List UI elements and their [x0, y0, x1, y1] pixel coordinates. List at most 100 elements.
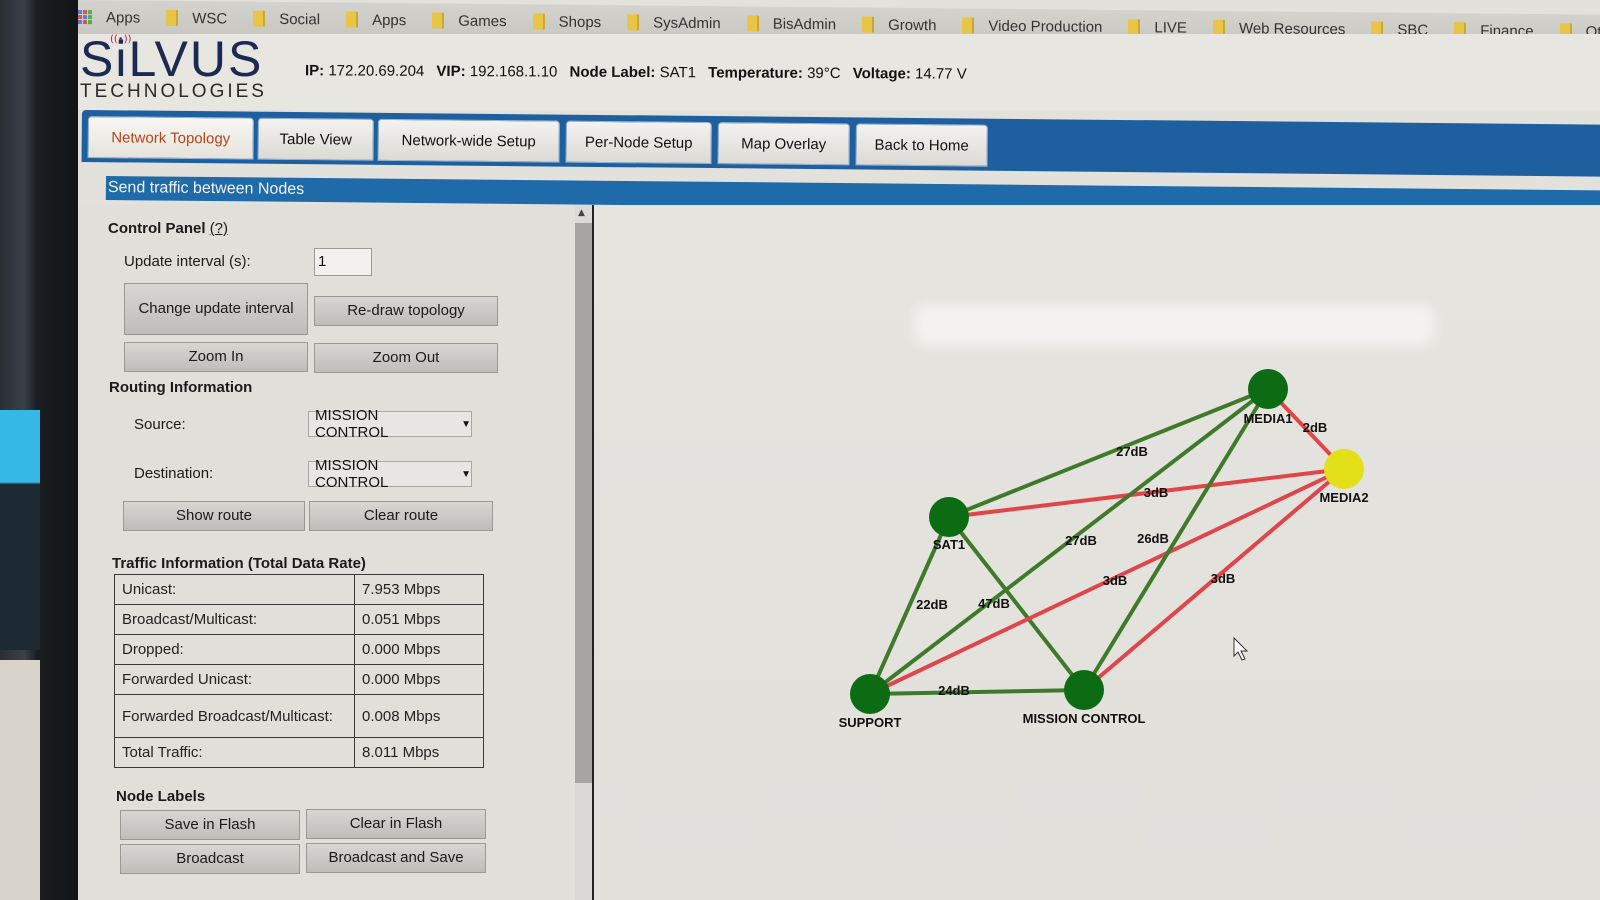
- folder-icon: [962, 17, 975, 34]
- control-panel-title: Control Panel (?): [108, 220, 228, 237]
- bookmark-apps[interactable]: Apps: [78, 8, 141, 27]
- mouse-cursor-icon: [1233, 636, 1249, 661]
- apps-grid-icon: [78, 10, 92, 25]
- radio-signal-icon: ((•)): [110, 34, 132, 45]
- update-interval-input[interactable]: 1: [314, 248, 372, 276]
- background-device: [0, 660, 40, 900]
- bookmark-label: SysAdmin: [653, 14, 721, 32]
- clear-in-flash-button[interactable]: Clear in Flash: [306, 809, 486, 839]
- destination-label: Destination:: [134, 465, 214, 482]
- traffic-value: 0.000 Mbps: [354, 664, 484, 695]
- table-row: Broadcast/Multicast: 0.051 Mbps: [114, 604, 484, 635]
- bookmark-games[interactable]: Games: [432, 12, 507, 30]
- table-row: Forwarded Broadcast/Multicast: 0.008 Mbps: [114, 694, 484, 738]
- voltage-label: Voltage:: [852, 65, 911, 83]
- bookmark-label: Apps: [106, 8, 141, 27]
- bookmark-apps[interactable]: Apps: [346, 11, 406, 29]
- update-interval-label: Update interval (s):: [124, 253, 251, 270]
- bookmark-label: Video Production: [988, 17, 1103, 36]
- link-snr-label: 2dB: [1303, 420, 1328, 435]
- vip-label: VIP:: [436, 62, 466, 81]
- voltage-value: 14.77 V: [914, 65, 967, 83]
- scroll-up-arrow-icon[interactable]: ▲: [578, 208, 585, 218]
- background-device: [0, 410, 40, 650]
- link-snr-label: 27dB: [1116, 444, 1148, 459]
- bookmark-bisadmin[interactable]: BisAdmin: [746, 15, 837, 33]
- link-snr-label: 22dB: [916, 597, 948, 612]
- silvus-logo: ((•)) SiLVUS TECHNOLOGIES: [80, 34, 267, 102]
- source-select-value: MISSION CONTROL: [315, 407, 389, 441]
- folder-icon: [627, 14, 640, 31]
- bookmark-label: Shops: [558, 13, 602, 31]
- destination-select[interactable]: MISSION CONTROL ▼: [308, 457, 472, 491]
- tab-per-node-setup[interactable]: Per-Node Setup: [565, 120, 712, 165]
- clear-route-button[interactable]: Clear route: [309, 501, 493, 531]
- node-media1[interactable]: [1248, 369, 1288, 409]
- topology-graph[interactable]: 27dB 3dB 22dB 47dB 27dB 3dB 24dB 26dB 3dB 2dB SAT…: [594, 205, 1600, 900]
- folder-icon: [432, 12, 445, 29]
- bookmark-shops[interactable]: Shops: [532, 13, 602, 31]
- bookmark-video-production[interactable]: Video Production: [962, 17, 1102, 35]
- node-sat1[interactable]: [929, 497, 969, 537]
- ip-label: IP:: [304, 62, 325, 80]
- traffic-label: Forwarded Broadcast/Multicast:: [114, 694, 355, 738]
- node-label: MEDIA1: [1243, 411, 1292, 426]
- traffic-value: 8.011 Mbps: [354, 737, 484, 768]
- vip-value: 192.168.1.10: [469, 63, 558, 81]
- show-route-button[interactable]: Show route: [123, 501, 305, 531]
- zoom-out-button[interactable]: Zoom Out: [314, 343, 498, 373]
- save-in-flash-button[interactable]: Save in Flash: [120, 810, 300, 840]
- link-snr-label: 3dB: [1144, 485, 1169, 500]
- broadcast-and-save-button[interactable]: Broadcast and Save: [306, 843, 486, 873]
- change-update-interval-button[interactable]: Change update interval: [124, 283, 308, 335]
- node-media2[interactable]: [1324, 449, 1364, 489]
- traffic-value: 0.051 Mbps: [354, 604, 484, 635]
- tab-network-wide-setup[interactable]: Network-wide Setup: [377, 118, 560, 163]
- tab-map-overlay[interactable]: Map Overlay: [717, 122, 850, 166]
- bookmark-sysadmin[interactable]: SysAdmin: [627, 14, 721, 32]
- table-row: Forwarded Unicast: 0.000 Mbps: [114, 664, 484, 695]
- bookmark-growth[interactable]: Growth: [862, 16, 936, 34]
- topology-canvas[interactable]: 27dB 3dB 22dB 47dB 27dB 3dB 24dB 26dB 3dB 2dB SAT…: [594, 205, 1600, 900]
- folder-icon: [253, 10, 266, 27]
- table-row: Unicast: 7.953 Mbps: [114, 574, 484, 605]
- zoom-in-button[interactable]: Zoom In: [124, 342, 308, 372]
- destination-select-value: MISSION CONTROL: [315, 457, 389, 491]
- scrollbar-thumb[interactable]: [575, 223, 593, 783]
- node-mission-control[interactable]: [1064, 670, 1104, 710]
- traffic-value: 0.000 Mbps: [354, 634, 484, 665]
- folder-icon: [1128, 19, 1141, 36]
- link-snr-label: 3dB: [1103, 573, 1128, 588]
- link-snr-label: 47dB: [978, 596, 1010, 611]
- dropdown-caret-icon: ▼: [461, 418, 471, 430]
- broadcast-button[interactable]: Broadcast: [120, 844, 300, 874]
- main-tabs: Network Topology Table View Network-wide…: [81, 110, 1600, 177]
- bookmark-label: WSC: [192, 9, 228, 27]
- tab-back-to-home[interactable]: Back to Home: [855, 123, 988, 167]
- node-labels-title: Node Labels: [116, 788, 206, 805]
- node-support[interactable]: [850, 674, 890, 714]
- bookmark-wsc[interactable]: WSC: [166, 9, 227, 27]
- node-label: SAT1: [933, 537, 965, 552]
- bookmark-label: Apps: [372, 11, 407, 29]
- link-support-mission_control: [869, 688, 1085, 696]
- table-row: Dropped: 0.000 Mbps: [114, 634, 484, 665]
- routing-title: Routing Information: [109, 379, 253, 396]
- help-link[interactable]: (?): [210, 220, 228, 237]
- temperature-value: 39°C: [807, 64, 841, 83]
- source-select[interactable]: MISSION CONTROL ▼: [308, 407, 472, 441]
- traffic-value: 0.008 Mbps: [354, 694, 484, 738]
- folder-icon: [746, 15, 759, 32]
- ip-value: 172.20.69.204: [328, 62, 425, 80]
- traffic-label: Unicast:: [114, 574, 355, 605]
- node-label: MEDIA2: [1319, 490, 1368, 505]
- bookmark-social[interactable]: Social: [253, 10, 320, 28]
- dropdown-caret-icon: ▼: [461, 468, 471, 480]
- folder-icon: [346, 11, 359, 28]
- redraw-topology-button[interactable]: Re-draw topology: [314, 296, 498, 326]
- tab-table-view[interactable]: Table View: [257, 117, 374, 161]
- tab-network-topology[interactable]: Network Topology: [87, 116, 254, 160]
- table-row: Total Traffic: 8.011 Mbps: [114, 737, 484, 768]
- link-snr-label: 24dB: [938, 683, 970, 698]
- bookmark-label: BisAdmin: [772, 15, 837, 33]
